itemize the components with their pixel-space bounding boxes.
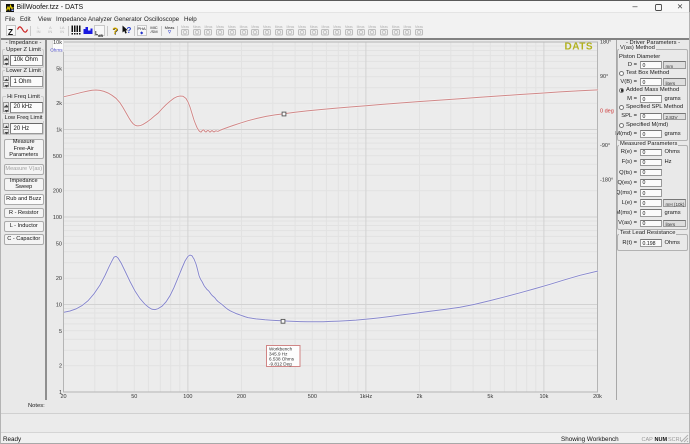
- svg-text:10k: 10k: [53, 40, 62, 46]
- svg-text:100: 100: [53, 215, 62, 221]
- svg-text:500: 500: [53, 154, 62, 160]
- svg-text:20: 20: [56, 276, 62, 282]
- svg-text:-9.812 Deg: -9.812 Deg: [269, 362, 292, 367]
- svg-text:2: 2: [59, 364, 62, 370]
- svg-text:200: 200: [53, 189, 62, 195]
- svg-text:DATS: DATS: [565, 42, 593, 53]
- svg-text:180°: 180°: [600, 40, 611, 46]
- svg-text:50: 50: [56, 241, 62, 247]
- svg-text:1k: 1k: [56, 128, 62, 134]
- svg-text:-90°: -90°: [600, 143, 610, 149]
- svg-text:5k: 5k: [56, 66, 62, 72]
- svg-text:Ohms: Ohms: [50, 48, 63, 53]
- svg-text:5: 5: [59, 329, 62, 335]
- svg-text:10: 10: [56, 303, 62, 309]
- svg-text:2k: 2k: [56, 101, 62, 107]
